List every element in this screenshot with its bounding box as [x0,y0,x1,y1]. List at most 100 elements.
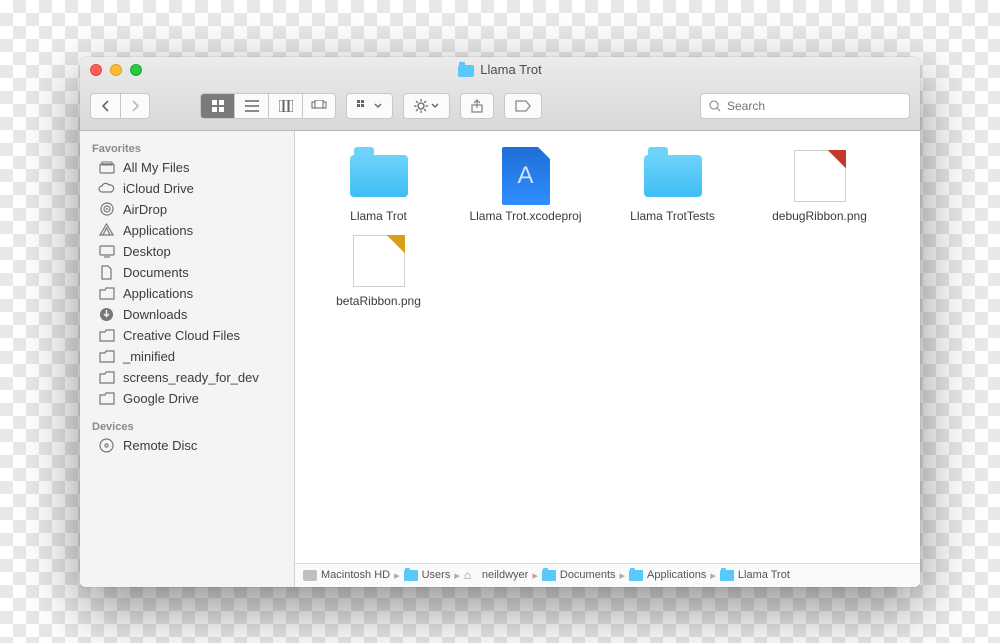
chevron-right-icon: ▸ [394,569,400,582]
folder-icon [404,570,418,581]
folder-icon [629,570,643,581]
sidebar-label: iCloud Drive [123,181,194,196]
action-button[interactable] [403,93,450,119]
sidebar-item-minified[interactable]: _minified [80,346,294,367]
sidebar-item-screens-ready[interactable]: screens_ready_for_dev [80,367,294,388]
search-input[interactable] [727,99,901,113]
finder-window: Llama Trot [80,57,920,587]
hd-icon [303,570,317,581]
path-segment[interactable]: Documents [542,569,616,581]
sidebar: Favorites All My Files iCloud Drive AirD… [80,131,295,587]
png-icon [353,235,405,287]
path-segment[interactable]: Macintosh HD [303,569,390,581]
search-icon [709,100,721,112]
file-name: Llama TrotTests [630,209,715,224]
window-title-text: Llama Trot [480,62,541,77]
file-name: debugRibbon.png [772,209,867,224]
path-segment[interactable]: Users [404,569,451,581]
disc-icon [98,438,115,453]
downloads-icon [98,307,115,322]
chevron-right-icon: ▸ [454,569,460,582]
file-name: Llama Trot.xcodeproj [469,209,581,224]
folder-icon [720,570,734,581]
sidebar-item-applications-folder[interactable]: Applications [80,283,294,304]
nav-buttons [90,93,150,119]
coverflow-view-button[interactable] [302,93,336,119]
sidebar-label: Applications [123,223,193,238]
path-segment[interactable]: ⌂neildwyer [464,569,528,581]
desktop-icon [98,244,115,259]
sidebar-item-airdrop[interactable]: AirDrop [80,199,294,220]
sidebar-item-desktop[interactable]: Desktop [80,241,294,262]
home-icon: ⌂ [464,570,478,581]
file-item[interactable]: Llama Trot [305,147,452,224]
file-name: Llama Trot [350,209,407,224]
sidebar-item-documents[interactable]: Documents [80,262,294,283]
path-bar: Macintosh HD▸ Users▸ ⌂neildwyer▸ Documen… [295,563,920,587]
sidebar-label: Documents [123,265,189,280]
forward-button[interactable] [120,93,150,119]
sidebar-label: Remote Disc [123,438,197,453]
folder-icon [98,286,115,301]
sidebar-header-favorites: Favorites [80,137,294,157]
list-view-button[interactable] [234,93,268,119]
column-view-button[interactable] [268,93,302,119]
chevron-right-icon: ▸ [532,569,538,582]
sidebar-item-creative-cloud[interactable]: Creative Cloud Files [80,325,294,346]
xcodeproj-icon: A [502,147,550,205]
sidebar-item-icloud[interactable]: iCloud Drive [80,178,294,199]
window-title: Llama Trot [80,62,920,77]
sidebar-label: screens_ready_for_dev [123,370,259,385]
arrange-button[interactable] [346,93,393,119]
file-item[interactable]: Llama TrotTests [599,147,746,224]
file-item[interactable]: A Llama Trot.xcodeproj [452,147,599,224]
toolbar [80,83,920,130]
applications-icon [98,223,115,238]
sidebar-label: Downloads [123,307,187,322]
titlebar: Llama Trot [80,57,920,131]
tags-button[interactable] [504,93,542,119]
folder-icon [98,370,115,385]
sidebar-item-applications[interactable]: Applications [80,220,294,241]
folder-icon [98,349,115,364]
sidebar-label: All My Files [123,160,189,175]
back-button[interactable] [90,93,120,119]
chevron-right-icon: ▸ [620,569,626,582]
sidebar-header-devices: Devices [80,415,294,435]
path-segment[interactable]: Applications [629,569,706,581]
airdrop-icon [98,202,115,217]
file-grid[interactable]: Llama Trot A Llama Trot.xcodeproj Llama … [295,131,920,563]
file-item[interactable]: betaRibbon.png [305,232,452,309]
beta-ribbon-icon [379,235,405,261]
folder-icon [458,65,474,77]
main-area: Llama Trot A Llama Trot.xcodeproj Llama … [295,131,920,587]
view-mode-toggle [200,93,336,119]
sidebar-label: Applications [123,286,193,301]
folder-icon [644,155,702,197]
icon-view-button[interactable] [200,93,234,119]
sidebar-item-all-my-files[interactable]: All My Files [80,157,294,178]
folder-icon [98,328,115,343]
png-icon [794,150,846,202]
all-my-files-icon [98,160,115,175]
folder-icon [542,570,556,581]
file-name: betaRibbon.png [336,294,421,309]
chevron-right-icon: ▸ [710,569,716,582]
share-button[interactable] [460,93,494,119]
sidebar-label: AirDrop [123,202,167,217]
folder-icon [98,391,115,406]
path-segment[interactable]: Llama Trot [720,569,790,581]
sidebar-item-google-drive[interactable]: Google Drive [80,388,294,409]
debug-ribbon-icon [820,150,846,176]
sidebar-label: Desktop [123,244,171,259]
sidebar-item-downloads[interactable]: Downloads [80,304,294,325]
search-field[interactable] [700,93,910,119]
file-item[interactable]: debugRibbon.png [746,147,893,224]
sidebar-label: Creative Cloud Files [123,328,240,343]
icloud-icon [98,181,115,196]
documents-icon [98,265,115,280]
sidebar-label: _minified [123,349,175,364]
sidebar-label: Google Drive [123,391,199,406]
folder-icon [350,155,408,197]
sidebar-item-remote-disc[interactable]: Remote Disc [80,435,294,456]
